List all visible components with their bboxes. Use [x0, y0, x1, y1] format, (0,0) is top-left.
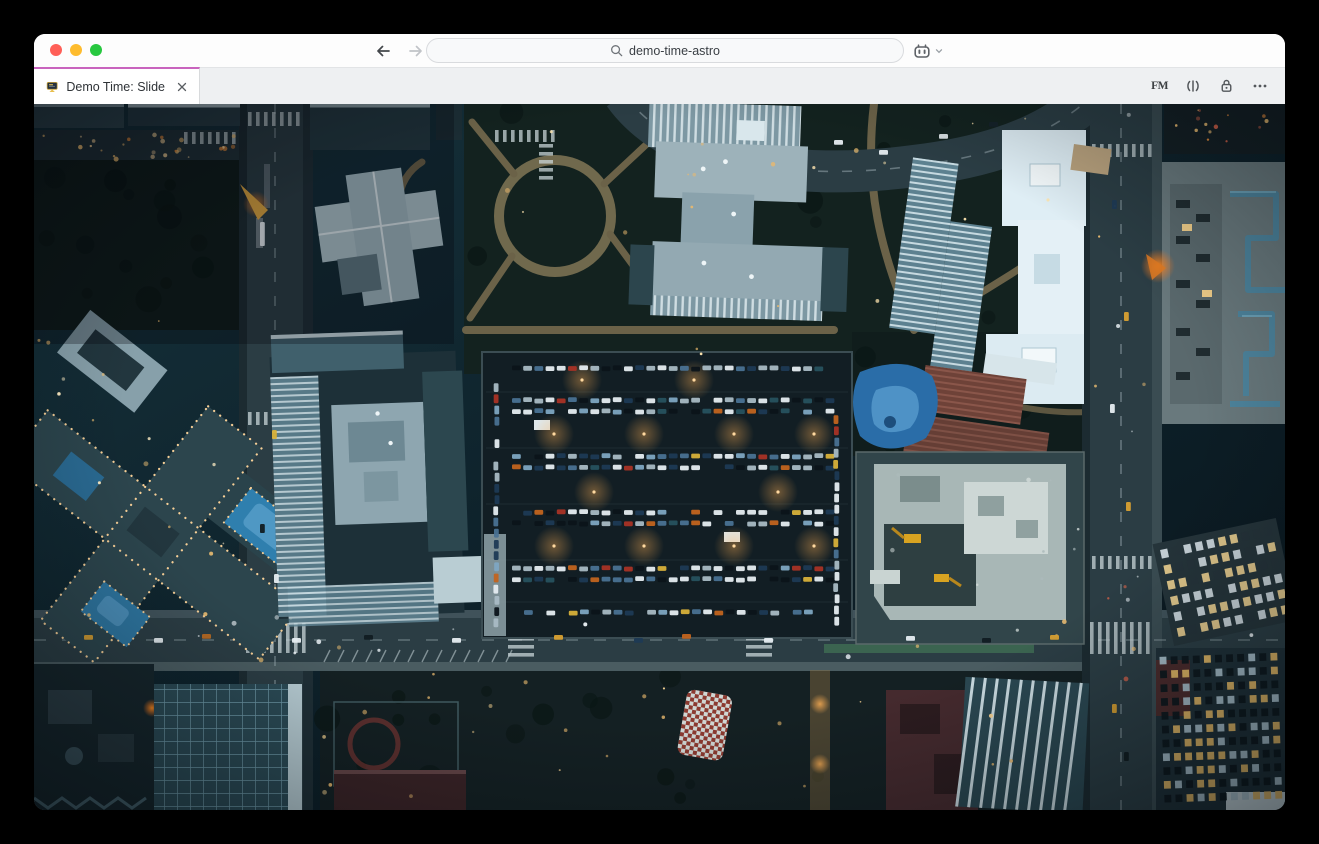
tab-demo-time-slide[interactable]: Demo Time: Slide	[34, 67, 200, 104]
fm-badge-icon: FM	[1151, 80, 1168, 92]
browser-window: demo-time-astro Demo Time: Slide	[34, 34, 1285, 810]
minimize-window-button[interactable]	[70, 44, 82, 56]
traffic-lights	[50, 44, 102, 56]
corner-shadow	[34, 104, 454, 344]
split-view-button[interactable]	[1184, 77, 1202, 95]
zoom-window-button[interactable]	[90, 44, 102, 56]
lock-button[interactable]	[1218, 77, 1235, 94]
robot-face-icon	[912, 41, 932, 61]
tab-bar: Demo Time: Slide FM	[34, 67, 1285, 104]
tab-title: Demo Time: Slide	[66, 80, 165, 94]
tab-close-button[interactable]	[173, 78, 191, 96]
address-bar[interactable]: demo-time-astro	[426, 38, 904, 63]
presentation-screen-icon	[46, 79, 58, 95]
tabbar-actions: FM	[1151, 67, 1269, 104]
url-text: demo-time-astro	[629, 44, 720, 58]
arrow-left-icon	[374, 42, 392, 60]
fm-extension-button[interactable]: FM	[1151, 80, 1168, 92]
tabbar-divider	[34, 67, 1285, 68]
close-window-button[interactable]	[50, 44, 62, 56]
arrow-right-icon	[407, 42, 425, 60]
back-button[interactable]	[370, 38, 395, 63]
lock-icon	[1218, 77, 1235, 94]
close-icon	[175, 80, 189, 94]
nav-buttons	[370, 38, 428, 63]
aerial-photo	[34, 104, 1285, 810]
browser-toolbar: demo-time-astro	[34, 34, 1285, 67]
forward-button[interactable]	[403, 38, 428, 63]
more-menu-button[interactable]	[1251, 77, 1269, 95]
search-icon	[610, 44, 623, 57]
desktop: { "tab": { "title": "Demo Time: Slide", …	[0, 0, 1319, 844]
page-content	[34, 104, 1285, 810]
more-ellipsis-icon	[1251, 77, 1269, 95]
profile-button[interactable]	[912, 38, 944, 63]
split-view-icon	[1184, 77, 1202, 95]
chevron-down-icon	[934, 46, 944, 56]
